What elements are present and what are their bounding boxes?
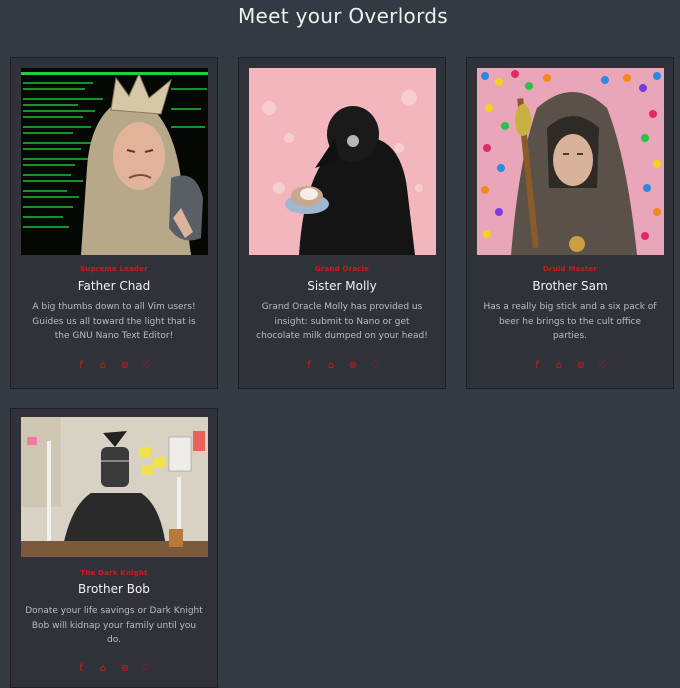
dribbble-icon[interactable]: ⊛ (118, 360, 132, 371)
overlord-description: A big thumbs down to all Vim users! Guid… (32, 302, 196, 341)
overlord-card: Supreme Leader Father Chad A big thumbs … (10, 57, 218, 389)
overlord-rank: The Dark Knight (80, 569, 148, 577)
overlord-photo (21, 68, 208, 255)
facebook-icon[interactable]: f (530, 360, 544, 371)
overlord-name: Brother Bob (78, 582, 150, 596)
github-icon[interactable]: ⌂ (96, 360, 110, 371)
dribbble-icon[interactable]: ⊛ (346, 360, 360, 371)
social-links: f ⌂ ⊛ ♡ (11, 663, 217, 674)
facebook-icon[interactable]: f (74, 663, 88, 674)
github-icon[interactable]: ⌂ (552, 360, 566, 371)
twitter-icon[interactable]: ♡ (596, 360, 610, 371)
twitter-icon[interactable]: ♡ (368, 360, 382, 371)
overlord-rank: Supreme Leader (80, 265, 148, 273)
twitter-icon[interactable]: ♡ (140, 663, 154, 674)
overlord-photo (21, 417, 208, 557)
page-title: Meet your Overlords (238, 4, 448, 28)
overlord-name: Sister Molly (307, 279, 377, 293)
overlord-rank: Druid Master (543, 265, 597, 273)
social-links: f ⌂ ⊛ ♡ (467, 360, 673, 371)
overlord-description: Donate your life savings or Dark Knight … (25, 606, 203, 645)
github-icon[interactable]: ⌂ (96, 663, 110, 674)
facebook-icon[interactable]: f (302, 360, 316, 371)
overlord-card: Druid Master Brother Sam Has a really bi… (466, 57, 674, 389)
dribbble-icon[interactable]: ⊛ (574, 360, 588, 371)
social-links: f ⌂ ⊛ ♡ (11, 360, 217, 371)
twitter-icon[interactable]: ♡ (140, 360, 154, 371)
social-links: f ⌂ ⊛ ♡ (239, 360, 445, 371)
facebook-icon[interactable]: f (74, 360, 88, 371)
overlord-description: Grand Oracle Molly has provided us insig… (256, 302, 428, 341)
overlord-card: The Dark Knight Brother Bob Donate your … (10, 408, 218, 688)
overlord-description: Has a really big stick and a six pack of… (483, 302, 657, 341)
overlord-rank: Grand Oracle (314, 265, 370, 273)
github-icon[interactable]: ⌂ (324, 360, 338, 371)
overlord-photo (249, 68, 436, 255)
overlord-name: Father Chad (77, 279, 151, 293)
overlord-photo (477, 68, 664, 255)
dribbble-icon[interactable]: ⊛ (118, 663, 132, 674)
overlord-name: Brother Sam (532, 279, 608, 293)
overlord-card: Grand Oracle Sister Molly Grand Oracle M… (238, 57, 446, 389)
